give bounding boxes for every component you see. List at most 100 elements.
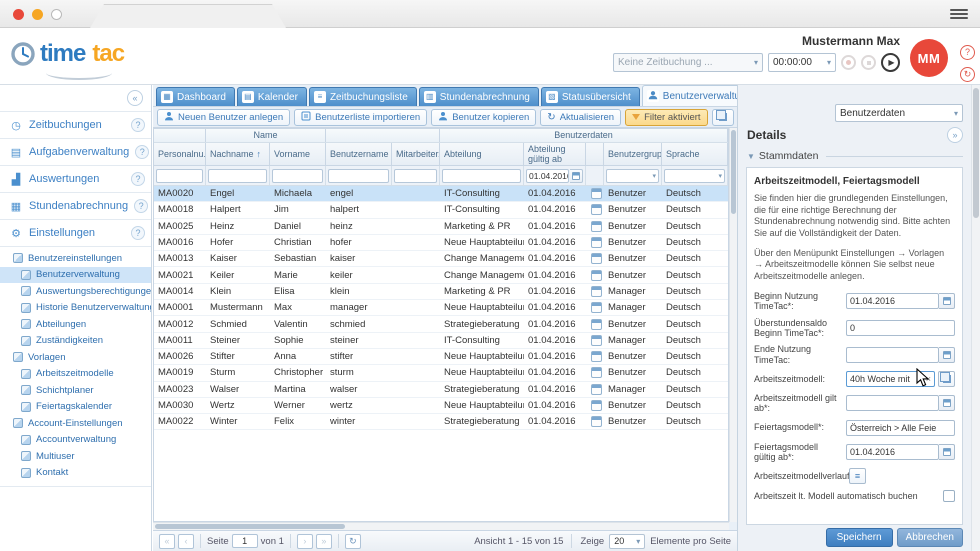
sidebar-subitem-schichtplaner[interactable]: Schichtplaner [0,382,151,399]
browser-tab[interactable] [90,4,286,28]
table-row[interactable]: MA0016HoferChristianhoferNeue Hauptabtei… [154,235,728,251]
sidebar-item-aufgabenverwaltung[interactable]: ▤Aufgabenverwaltung? [0,138,151,165]
window-maximize-button[interactable] [51,9,62,20]
checkbox[interactable] [943,490,955,502]
table-row[interactable]: MA0012SchmiedValentinschmiedStrategieber… [154,316,728,332]
details-collapse-button[interactable]: » [947,127,963,143]
table-row[interactable]: MA0001MustermannMaxmanagerNeue Hauptabte… [154,300,728,316]
worktime-model-list-icon[interactable] [938,371,955,387]
filter-active-button[interactable]: Filter aktiviert [625,109,707,126]
help-badge-icon[interactable]: ? [131,118,145,132]
column-header-nachname[interactable]: Nachname↑ [206,143,270,165]
feedback-icon[interactable]: ↻ [960,67,975,82]
details-view-select[interactable]: Benutzerdaten ▾ [835,104,963,122]
tab-kalender[interactable]: ▤Kalender [237,87,307,106]
field-input[interactable] [846,347,939,363]
refresh-table-button[interactable]: ↻ [345,534,361,549]
sidebar-subitem-abteilungen[interactable]: Abteilungen [0,316,151,333]
field-input[interactable]: 0 [846,320,955,336]
avatar[interactable]: MM [910,39,948,77]
calendar-icon[interactable] [591,253,602,264]
window-close-button[interactable] [13,9,24,20]
table-row[interactable]: MA0014KleinElisakleinMarketing & PR01.04… [154,284,728,300]
cancel-button[interactable]: Abbrechen [897,528,963,547]
calendar-icon[interactable] [591,367,602,378]
first-page-button[interactable]: « [159,534,175,549]
time-tracking-select[interactable]: Keine Zeitbuchung ... ▾ [613,53,763,72]
field-input[interactable]: 01.04.2016 [846,293,939,309]
field-input[interactable] [846,395,939,411]
filter-input[interactable] [442,169,521,183]
prev-page-button[interactable]: ‹ [178,534,194,549]
sidebar-subitem-benutzereinstellungen[interactable]: Benutzereinstellungen [0,250,151,267]
column-header-mitarbeiter[interactable]: Mitarbeiter... [392,143,440,165]
column-header-abteilung-g-ltig-ab[interactable]: Abteilung gültig ab [524,143,586,165]
sidebar-subitem-multiuser[interactable]: Multiuser [0,448,151,465]
sidebar-subitem-zust-ndigkeiten[interactable]: Zuständigkeiten [0,333,151,350]
sidebar-subitem-arbeitszeitmodelle[interactable]: Arbeitszeitmodelle [0,366,151,383]
field-input[interactable]: 40h Woche mit× [846,371,935,387]
calendar-icon[interactable] [591,319,602,330]
table-row[interactable]: MA0023WalserMartinawalserStrategieberatu… [154,382,728,398]
table-row[interactable]: MA0013KaiserSebastiankaiserChange Manage… [154,251,728,267]
calendar-icon[interactable] [939,395,955,411]
sidebar-item-einstellungen[interactable]: ⚙Einstellungen? [0,219,151,246]
sidebar-item-auswertungen[interactable]: ▟Auswertungen? [0,165,151,192]
table-row[interactable]: MA0018HalpertJimhalpertIT-Consulting01.0… [154,202,728,218]
filter-input[interactable] [156,169,203,183]
clear-icon[interactable]: × [923,374,931,384]
column-header-benutzername[interactable]: Benutzername [326,143,392,165]
calendar-icon[interactable] [570,169,583,183]
tab-stundenabrechnung[interactable]: ▥Stundenabrechnung [419,87,539,106]
column-header-sprache[interactable]: Sprache [662,143,728,165]
sidebar-subitem-accountverwaltung[interactable]: Accountverwaltung [0,432,151,449]
tab-zeitbuchungsliste[interactable]: ≡Zeitbuchungsliste [309,87,417,106]
copy-grid-button[interactable] [712,109,734,126]
menu-icon[interactable] [950,7,968,21]
page-input[interactable]: 1 [232,534,258,548]
help-icon[interactable]: ? [960,45,975,60]
sidebar-item-zeitbuchungen[interactable]: ◷Zeitbuchungen? [0,111,151,138]
page-size-select[interactable]: 20 ▾ [609,534,645,549]
window-minimize-button[interactable] [32,9,43,20]
help-badge-icon[interactable]: ? [131,226,145,240]
calendar-icon[interactable] [591,416,602,427]
table-row[interactable]: MA0011SteinerSophiesteinerIT-Consulting0… [154,333,728,349]
calendar-icon[interactable] [591,384,602,395]
help-badge-icon[interactable]: ? [134,199,148,213]
history-list-icon[interactable]: ≡ [849,468,866,484]
refresh-button[interactable]: ↻ Aktualisieren [540,109,621,126]
filter-input[interactable] [208,169,267,183]
sidebar-item-stundenabrechnung[interactable]: ▦Stundenabrechnung? [0,192,151,219]
column-header-benutzergrup[interactable]: Benutzergrup... [604,143,662,165]
sidebar-subitem-vorlagen[interactable]: Vorlagen [0,349,151,366]
calendar-icon[interactable] [591,400,602,411]
sidebar-subitem-kontakt[interactable]: Kontakt [0,465,151,482]
save-button[interactable]: Speichern [826,528,893,547]
table-row[interactable]: MA0030WertzWernerwertzNeue Hauptabteilun… [154,398,728,414]
filter-select[interactable]: ▾ [606,169,659,183]
calendar-icon[interactable] [939,444,955,460]
calendar-icon[interactable] [591,335,602,346]
new-user-button[interactable]: Neuen Benutzer anlegen [157,109,290,126]
table-row[interactable]: MA0020EngelMichaelaengelIT-Consulting01.… [154,186,728,202]
column-header-personalnu[interactable]: Personalnu... [154,143,206,165]
sidebar-collapse-button[interactable]: « [127,90,143,106]
start-tracking-button[interactable]: ▶ [881,53,900,72]
sidebar-subitem-account-einstellungen[interactable]: Account-Einstellungen [0,415,151,432]
stammdaten-section-header[interactable]: ▼ Stammdaten [747,149,963,163]
calendar-icon[interactable] [591,221,602,232]
table-horizontal-scrollbar[interactable] [153,522,729,530]
calendar-icon[interactable] [591,286,602,297]
field-input[interactable]: 01.04.2016 [846,444,939,460]
filter-input[interactable] [272,169,323,183]
column-header-date-icon[interactable] [586,143,604,165]
calendar-icon[interactable] [591,237,602,248]
calendar-icon[interactable] [591,204,602,215]
sidebar-subitem-feiertagskalender[interactable]: Feiertagskalender [0,399,151,416]
tab-status-bersicht[interactable]: ▧Statusübersicht [541,87,640,106]
sidebar-subitem-auswertungsberechtigungen[interactable]: Auswertungsberechtigungen [0,283,151,300]
filter-select[interactable]: ▾ [664,169,725,183]
calendar-icon[interactable] [591,188,602,199]
calendar-icon[interactable] [591,351,602,362]
